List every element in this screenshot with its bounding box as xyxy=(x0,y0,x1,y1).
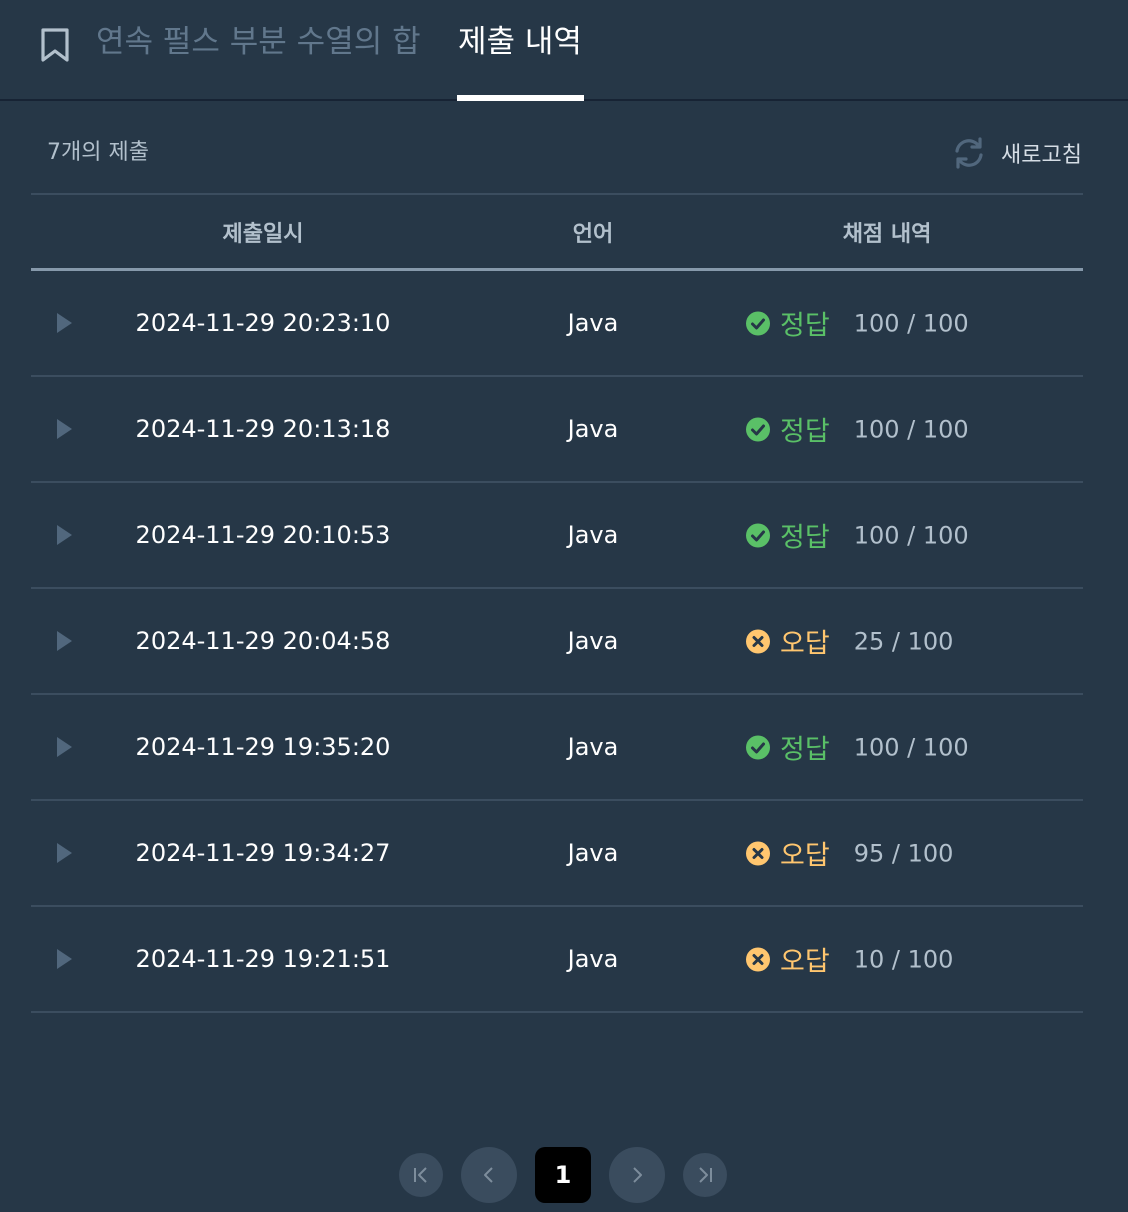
submission-date: 2024-11-29 19:35:20 xyxy=(135,733,391,761)
first-page-button[interactable] xyxy=(399,1153,443,1197)
submission-date: 2024-11-29 20:23:10 xyxy=(135,309,391,337)
header-result: 채점 내역 xyxy=(842,221,932,247)
date-cell: 2024-11-29 19:35:20 xyxy=(31,695,495,799)
x-circle-icon xyxy=(746,629,770,653)
last-page-button[interactable] xyxy=(683,1153,727,1197)
submission-date: 2024-11-29 20:04:58 xyxy=(135,627,391,655)
table-body: 2024-11-29 20:23:10 Java 정답 100 / 100 2024-1… xyxy=(31,271,1083,1013)
submission-date: 2024-11-29 20:13:18 xyxy=(135,415,391,443)
score-label: 95 / 100 xyxy=(853,839,954,867)
table-row[interactable]: 2024-11-29 19:34:27 Java 오답 95 / 100 xyxy=(31,801,1083,907)
status-label: 정답 xyxy=(780,416,830,448)
next-page-icon xyxy=(633,1167,642,1183)
result-cell: 오답 95 / 100 xyxy=(691,801,1083,905)
score-label: 100 / 100 xyxy=(853,521,969,549)
tab-problem[interactable]: 연속 펄스 부분 수열의 합 xyxy=(96,20,421,64)
tab-submissions[interactable]: 제출 내역 xyxy=(458,20,582,64)
status-label: 오답 xyxy=(780,628,830,660)
expand-arrow-icon[interactable] xyxy=(57,631,72,651)
refresh-label: 새로고침 xyxy=(1001,143,1082,168)
language-cell: Java xyxy=(567,521,619,549)
first-page-icon xyxy=(414,1167,427,1183)
pagination: 1 xyxy=(399,1147,727,1203)
expand-arrow-icon[interactable] xyxy=(57,949,72,969)
language-cell: Java xyxy=(567,839,619,867)
table-row[interactable]: 2024-11-29 20:10:53 Java 정답 100 / 100 xyxy=(31,483,1083,589)
table-row[interactable]: 2024-11-29 20:23:10 Java 정답 100 / 100 xyxy=(31,271,1083,377)
date-cell: 2024-11-29 20:10:53 xyxy=(31,483,495,587)
result-wrap: 오답 95 / 100 xyxy=(746,834,953,873)
submission-date: 2024-11-29 20:10:53 xyxy=(135,521,391,549)
refresh-icon xyxy=(955,137,983,169)
language-cell: Java xyxy=(567,733,619,761)
header-language: 언어 xyxy=(572,221,614,247)
check-circle-icon xyxy=(746,311,770,335)
result-wrap: 정답 100 / 100 xyxy=(746,728,969,767)
result-wrap: 오답 10 / 100 xyxy=(746,940,953,979)
refresh-button[interactable]: 새로고침 xyxy=(951,136,1082,170)
check-circle-icon xyxy=(746,523,770,547)
language-cell: Java xyxy=(567,945,619,973)
prev-page-button[interactable] xyxy=(461,1147,517,1203)
expand-arrow-icon[interactable] xyxy=(57,525,72,545)
result-cell: 정답 100 / 100 xyxy=(691,483,1083,587)
prev-page-icon xyxy=(484,1167,493,1183)
expand-arrow-icon[interactable] xyxy=(57,313,72,333)
score-label: 25 / 100 xyxy=(853,627,954,655)
status-label: 정답 xyxy=(780,734,830,766)
language-cell: Java xyxy=(567,627,619,655)
last-page-icon xyxy=(699,1167,712,1183)
x-circle-icon xyxy=(746,841,770,865)
score-label: 10 / 100 xyxy=(853,945,954,973)
result-wrap: 오답 25 / 100 xyxy=(746,622,953,661)
result-cell: 오답 10 / 100 xyxy=(691,907,1083,1011)
result-wrap: 정답 100 / 100 xyxy=(746,516,969,555)
score-label: 100 / 100 xyxy=(853,415,969,443)
language-cell: Java xyxy=(567,309,619,337)
result-cell: 정답 100 / 100 xyxy=(691,377,1083,481)
status-label: 오답 xyxy=(780,946,830,978)
table-row[interactable]: 2024-11-29 19:35:20 Java 정답 100 / 100 xyxy=(31,695,1083,801)
table-row[interactable]: 2024-11-29 20:04:58 Java 오답 25 / 100 xyxy=(31,589,1083,695)
date-cell: 2024-11-29 20:04:58 xyxy=(31,589,495,693)
table-row[interactable]: 2024-11-29 20:13:18 Java 정답 100 / 100 xyxy=(31,377,1083,483)
expand-arrow-icon[interactable] xyxy=(57,737,72,757)
active-tab-indicator xyxy=(457,95,584,101)
table-row[interactable]: 2024-11-29 19:21:51 Java 오답 10 / 100 xyxy=(31,907,1083,1013)
expand-arrow-icon[interactable] xyxy=(57,419,72,439)
check-circle-icon xyxy=(746,417,770,441)
tab-header: 연속 펄스 부분 수열의 합 제출 내역 xyxy=(0,0,1128,101)
next-page-button[interactable] xyxy=(609,1147,665,1203)
status-label: 정답 xyxy=(780,522,830,554)
date-cell: 2024-11-29 19:34:27 xyxy=(31,801,495,905)
status-label: 오답 xyxy=(780,840,830,872)
submission-count: 7개의 제출 xyxy=(47,140,149,165)
expand-arrow-icon[interactable] xyxy=(57,843,72,863)
result-cell: 정답 100 / 100 xyxy=(691,695,1083,799)
date-cell: 2024-11-29 20:13:18 xyxy=(31,377,495,481)
submissions-table: 제출일시 언어 채점 내역 2024-11-29 20:23:10 Java 정답 1… xyxy=(31,193,1083,1013)
date-cell: 2024-11-29 19:21:51 xyxy=(31,907,495,1011)
score-label: 100 / 100 xyxy=(853,733,969,761)
status-label: 정답 xyxy=(780,310,830,342)
date-cell: 2024-11-29 20:23:10 xyxy=(31,271,495,375)
submission-date: 2024-11-29 19:34:27 xyxy=(135,839,391,867)
x-circle-icon xyxy=(746,947,770,971)
score-label: 100 / 100 xyxy=(853,309,969,337)
result-wrap: 정답 100 / 100 xyxy=(746,410,969,449)
check-circle-icon xyxy=(746,735,770,759)
current-page-button[interactable]: 1 xyxy=(535,1147,591,1203)
header-date: 제출일시 xyxy=(222,221,304,247)
language-cell: Java xyxy=(567,415,619,443)
submission-date: 2024-11-29 19:21:51 xyxy=(135,945,391,973)
result-cell: 정답 100 / 100 xyxy=(691,271,1083,375)
table-header: 제출일시 언어 채점 내역 xyxy=(31,195,1083,271)
result-cell: 오답 25 / 100 xyxy=(691,589,1083,693)
bookmark-icon[interactable] xyxy=(40,28,70,62)
result-wrap: 정답 100 / 100 xyxy=(746,304,969,343)
